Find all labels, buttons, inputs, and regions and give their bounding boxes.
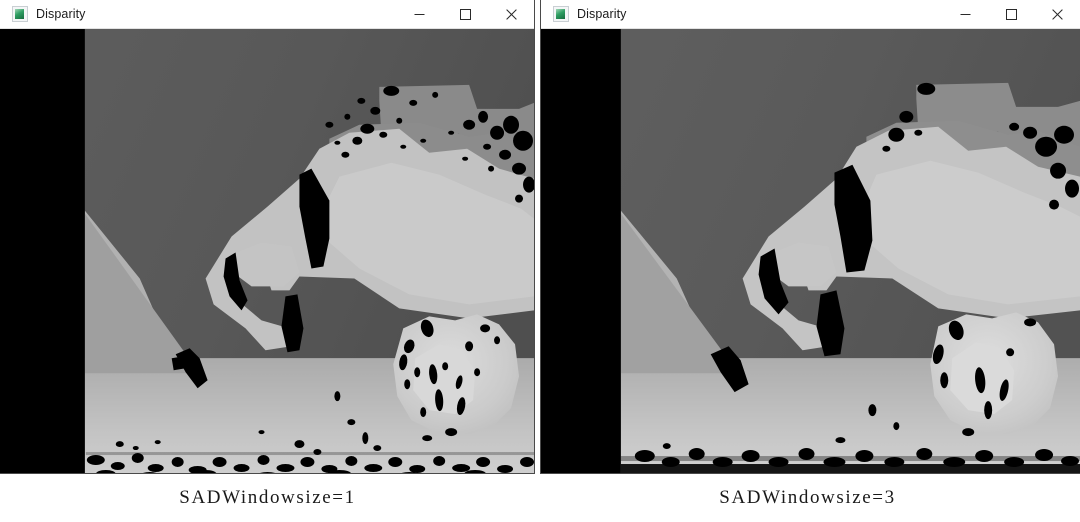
window-controls-right (942, 0, 1080, 28)
disparity-window-left[interactable]: Disparity (0, 0, 535, 474)
minimize-button[interactable] (396, 0, 442, 28)
close-button[interactable] (488, 0, 534, 28)
disparity-map-sad1 (0, 29, 534, 473)
window-title: Disparity (36, 7, 86, 21)
titlebar-left[interactable]: Disparity (0, 0, 534, 29)
maximize-button[interactable] (442, 0, 488, 28)
disparity-image-area-right (541, 29, 1080, 473)
window-title: Disparity (577, 7, 627, 21)
disparity-image-area-left (0, 29, 534, 473)
caption-right: SADWindowsize=3 (719, 487, 896, 508)
image-thumbnail-icon (553, 6, 569, 22)
titlebar-right[interactable]: Disparity (541, 0, 1080, 29)
close-button[interactable] (1034, 0, 1080, 28)
image-thumbnail-icon (12, 6, 28, 22)
caption-left: SADWindowsize=1 (179, 487, 356, 508)
caption-row: SADWindowsize=1 SADWindowsize=3 (0, 474, 1080, 522)
disparity-map-sad3 (541, 29, 1080, 473)
minimize-button[interactable] (942, 0, 988, 28)
disparity-window-right[interactable]: Disparity (540, 0, 1080, 474)
maximize-button[interactable] (988, 0, 1034, 28)
window-controls-left (396, 0, 534, 28)
